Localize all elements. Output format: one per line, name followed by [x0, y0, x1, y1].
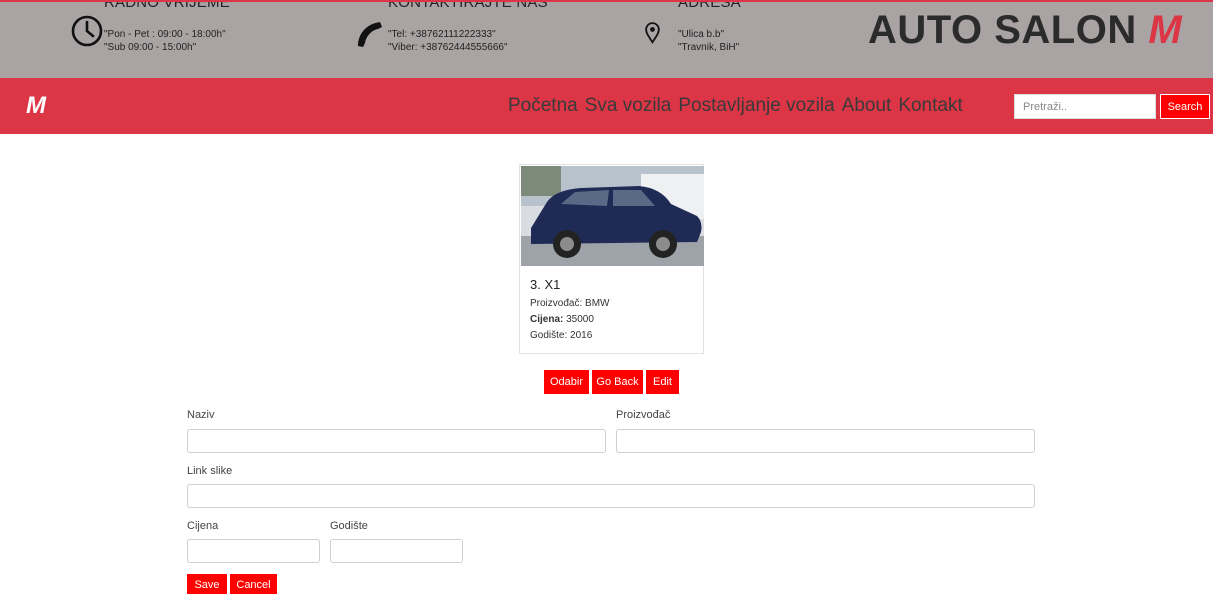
vehicle-price-value: 35000 [566, 314, 594, 325]
vehicle-price-label: Cijena: [530, 314, 564, 325]
search-button[interactable]: Search [1160, 94, 1210, 119]
vehicle-year-label: Godište: [530, 330, 568, 341]
vehicle-price: Cijena: 35000 [530, 314, 594, 325]
name-input[interactable] [187, 429, 606, 453]
nav-link-post-vehicle[interactable]: Postavljanje vozila [678, 95, 834, 117]
car-photo-illustration [521, 166, 704, 266]
search-input[interactable] [1014, 94, 1156, 119]
vehicle-image [521, 166, 704, 266]
contact-viber: "Viber: +38762444555666" [388, 42, 508, 53]
address-title: ADRESA [678, 0, 741, 11]
cancel-button[interactable]: Cancel [230, 574, 277, 594]
main-navbar: M Početna Sva vozila Postavljanje vozila… [0, 78, 1213, 134]
working-hours-title: RADNO VRIJEME [104, 0, 230, 11]
contact-title: KONTAKTIRAJTE NAS [388, 0, 548, 11]
vehicle-card: 3. X1 Proizvođač: BMW Cijena: 35000 Godi… [519, 164, 704, 354]
vehicle-manufacturer-label: Proizvođač: [530, 298, 583, 309]
manufacturer-input[interactable] [616, 429, 1035, 453]
vehicle-manufacturer-value: BMW [585, 298, 610, 309]
select-button[interactable]: Odabir [544, 370, 589, 394]
edit-button[interactable]: Edit [646, 370, 679, 394]
top-info-bar: RADNO VRIJEME "Pon - Pet : 09:00 - 18:00… [0, 0, 1213, 78]
phone-icon [358, 22, 382, 47]
location-pin-icon [645, 22, 660, 44]
year-input[interactable] [330, 539, 463, 563]
brand-title-text: AUTO SALON [868, 8, 1137, 52]
vehicle-year-value: 2016 [570, 330, 593, 341]
contact-phone: "Tel: +38762111222333" [388, 29, 496, 40]
vehicle-manufacturer: Proizvođač: BMW [530, 298, 609, 309]
name-label: Naziv [187, 409, 215, 421]
brand-title-accent: M [1148, 8, 1183, 52]
vehicle-title: 3. X1 [530, 277, 561, 292]
vehicle-year: Godište: 2016 [530, 330, 592, 341]
save-button[interactable]: Save [187, 574, 227, 594]
nav-links: Početna Sva vozila Postavljanje vozila A… [508, 95, 963, 117]
address-city: "Travnik, BiH" [678, 42, 740, 53]
image-link-input[interactable] [187, 484, 1035, 508]
address-street: "Ulica b.b" [678, 29, 725, 40]
manufacturer-label: Proizvođač [616, 409, 671, 421]
working-hours-saturday: "Sub 09:00 - 15:00h" [104, 42, 197, 53]
year-label: Godište [330, 520, 368, 532]
clock-icon [71, 15, 103, 47]
price-label: Cijena [187, 520, 219, 532]
nav-link-about[interactable]: About [842, 95, 892, 117]
working-hours-weekdays: "Pon - Pet : 09:00 - 18:00h" [104, 29, 226, 40]
nav-link-all-vehicles[interactable]: Sva vozila [585, 95, 672, 117]
go-back-button[interactable]: Go Back [592, 370, 643, 394]
price-input[interactable] [187, 539, 320, 563]
image-link-label: Link slike [187, 465, 233, 477]
brand-title: AUTO SALON M [868, 8, 1182, 53]
nav-link-home[interactable]: Početna [508, 95, 578, 117]
nav-link-contact[interactable]: Kontakt [898, 95, 962, 117]
navbar-logo[interactable]: M [26, 92, 46, 120]
